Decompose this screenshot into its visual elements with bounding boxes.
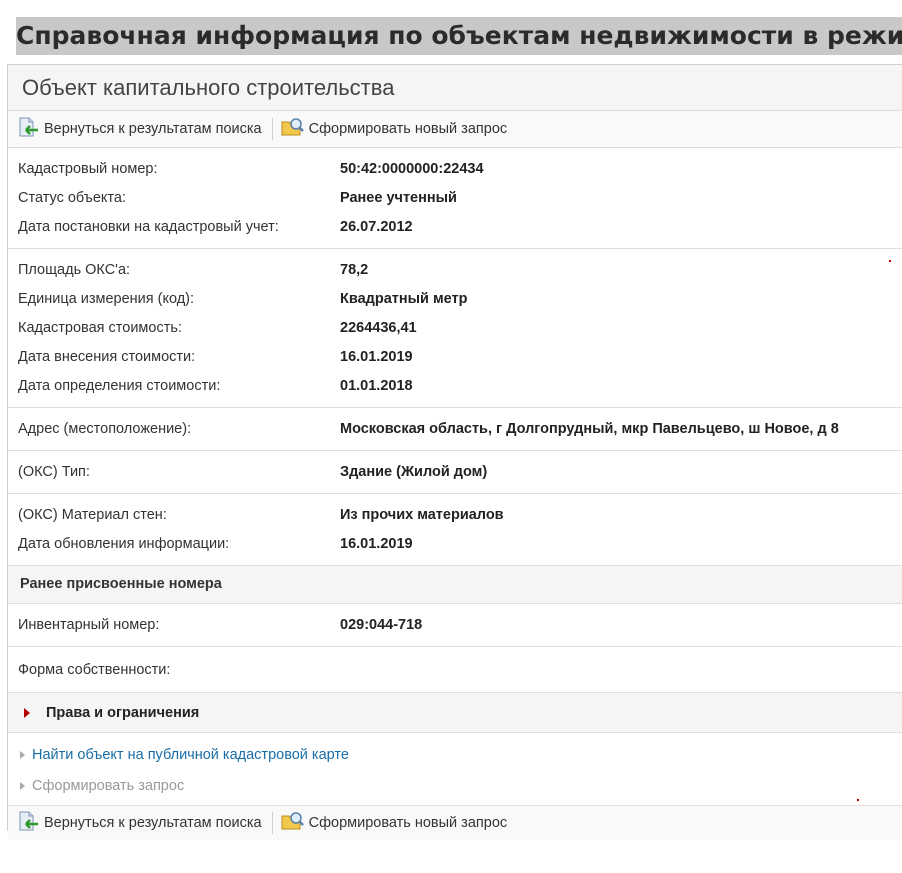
new-request-label: Сформировать новый запрос	[308, 121, 508, 137]
wall-material-label: (ОКС) Материал стен:	[18, 506, 167, 523]
info-row: Дата внесения стоимости: 16.01.2019	[8, 342, 902, 371]
info-row: (ОКС) Материал стен: Из прочих материало…	[8, 500, 902, 529]
info-row: Адрес (местоположение): Московская облас…	[8, 414, 902, 443]
update-date-label: Дата обновления информации:	[18, 535, 230, 552]
red-marker-dot	[857, 799, 859, 801]
update-date-value: 16.01.2019	[340, 535, 413, 552]
document-back-arrow-icon	[18, 811, 44, 835]
previous-numbers-heading: Ранее присвоенные номера	[8, 565, 902, 604]
wall-material-value: Из прочих материалов	[340, 506, 504, 523]
make-request-link[interactable]: Сформировать запрос	[20, 770, 902, 801]
cost-entry-date-value: 16.01.2019	[340, 348, 413, 365]
cadastral-cost-label: Кадастровая стоимость:	[18, 319, 182, 336]
area-label: Площадь ОКС'а:	[18, 261, 131, 278]
info-section-material: (ОКС) Материал стен: Из прочих материало…	[8, 494, 902, 565]
info-row: Инвентарный номер: 029:044-718	[8, 610, 902, 639]
info-row: Кадастровый номер: 50:42:0000000:22434	[8, 154, 902, 183]
back-to-results-label: Вернуться к результатам поиска	[44, 815, 262, 831]
cadastral-number-label: Кадастровый номер:	[18, 160, 158, 177]
find-on-map-link[interactable]: Найти объект на публичной кадастровой ка…	[20, 739, 902, 770]
inventory-number-value: 029:044-718	[340, 616, 423, 633]
new-request-button[interactable]: Сформировать новый запрос	[281, 117, 508, 141]
info-section-type: (ОКС) Тип: Здание (Жилой дом)	[8, 451, 902, 494]
toolbar-divider	[271, 118, 273, 140]
object-panel: Объект капитального строительства Вернут…	[7, 64, 902, 840]
info-row: Площадь ОКС'а: 78,2	[8, 255, 902, 284]
info-section-address: Адрес (местоположение): Московская облас…	[8, 408, 902, 451]
make-request-label: Сформировать запрос	[32, 777, 185, 794]
info-row: Дата определения стоимости: 01.01.2018	[8, 371, 902, 400]
info-section-ownership: Форма собственности:	[8, 647, 902, 693]
cost-determination-date-value: 01.01.2018	[340, 377, 413, 394]
bottom-toolbar: Вернуться к результатам поиска Сформиров…	[8, 805, 902, 840]
document-back-arrow-icon	[18, 117, 44, 141]
ownership-form-label: Форма собственности:	[18, 661, 171, 678]
info-section-identification: Кадастровый номер: 50:42:0000000:22434 С…	[8, 148, 902, 249]
registration-date-value: 26.07.2012	[340, 218, 413, 235]
info-row: Дата постановки на кадастровый учет: 26.…	[8, 212, 902, 241]
unit-label: Единица измерения (код):	[18, 290, 195, 307]
inventory-number-label: Инвентарный номер:	[18, 616, 160, 633]
cadastral-cost-value: 2264436,41	[340, 319, 417, 336]
object-type-label: (ОКС) Тип:	[18, 463, 90, 480]
back-to-results-button-bottom[interactable]: Вернуться к результатам поиска	[18, 811, 262, 835]
info-row: Форма собственности:	[8, 655, 902, 684]
cost-entry-date-label: Дата внесения стоимости:	[18, 348, 196, 365]
bullet-arrow-icon	[20, 750, 25, 759]
info-row: (ОКС) Тип: Здание (Жилой дом)	[8, 457, 902, 486]
registration-date-label: Дата постановки на кадастровый учет:	[18, 218, 279, 235]
new-request-button-bottom[interactable]: Сформировать новый запрос	[281, 811, 508, 835]
area-value: 78,2	[340, 261, 369, 278]
info-row: Единица измерения (код): Квадратный метр	[8, 284, 902, 313]
info-row: Кадастровая стоимость: 2264436,41	[8, 313, 902, 342]
top-toolbar: Вернуться к результатам поиска Сформиров…	[8, 111, 902, 148]
cost-determination-date-label: Дата определения стоимости:	[18, 377, 221, 394]
action-links: Найти объект на публичной кадастровой ка…	[8, 733, 902, 805]
back-to-results-button[interactable]: Вернуться к результатам поиска	[18, 117, 262, 141]
rights-and-restrictions-toggle[interactable]: Права и ограничения	[8, 693, 902, 733]
object-status-value: Ранее учтенный	[340, 189, 457, 206]
rights-and-restrictions-label: Права и ограничения	[46, 704, 200, 721]
panel-title: Объект капитального строительства	[8, 65, 902, 111]
toolbar-divider	[271, 812, 273, 834]
info-row: Статус объекта: Ранее учтенный	[8, 183, 902, 212]
red-marker-dot	[889, 260, 891, 262]
info-section-inventory: Инвентарный номер: 029:044-718	[8, 604, 902, 647]
object-type-value: Здание (Жилой дом)	[340, 463, 488, 480]
address-value: Московская область, г Долгопрудный, мкр …	[340, 420, 839, 437]
page-title: Справочная информация по объектам недвиж…	[16, 17, 902, 55]
address-label: Адрес (местоположение):	[18, 420, 192, 437]
info-row: Дата обновления информации: 16.01.2019	[8, 529, 902, 558]
info-section-area-cost: Площадь ОКС'а: 78,2 Единица измерения (к…	[8, 249, 902, 408]
bullet-arrow-icon	[20, 781, 25, 790]
back-to-results-label: Вернуться к результатам поиска	[44, 121, 262, 137]
folder-search-icon	[281, 811, 309, 835]
unit-value: Квадратный метр	[340, 290, 468, 307]
find-on-map-label: Найти объект на публичной кадастровой ка…	[32, 746, 349, 763]
cadastral-number-value: 50:42:0000000:22434	[340, 160, 484, 177]
object-status-label: Статус объекта:	[18, 189, 126, 206]
new-request-label: Сформировать новый запрос	[308, 815, 508, 831]
folder-search-icon	[281, 117, 309, 141]
expand-arrow-icon	[24, 707, 30, 718]
